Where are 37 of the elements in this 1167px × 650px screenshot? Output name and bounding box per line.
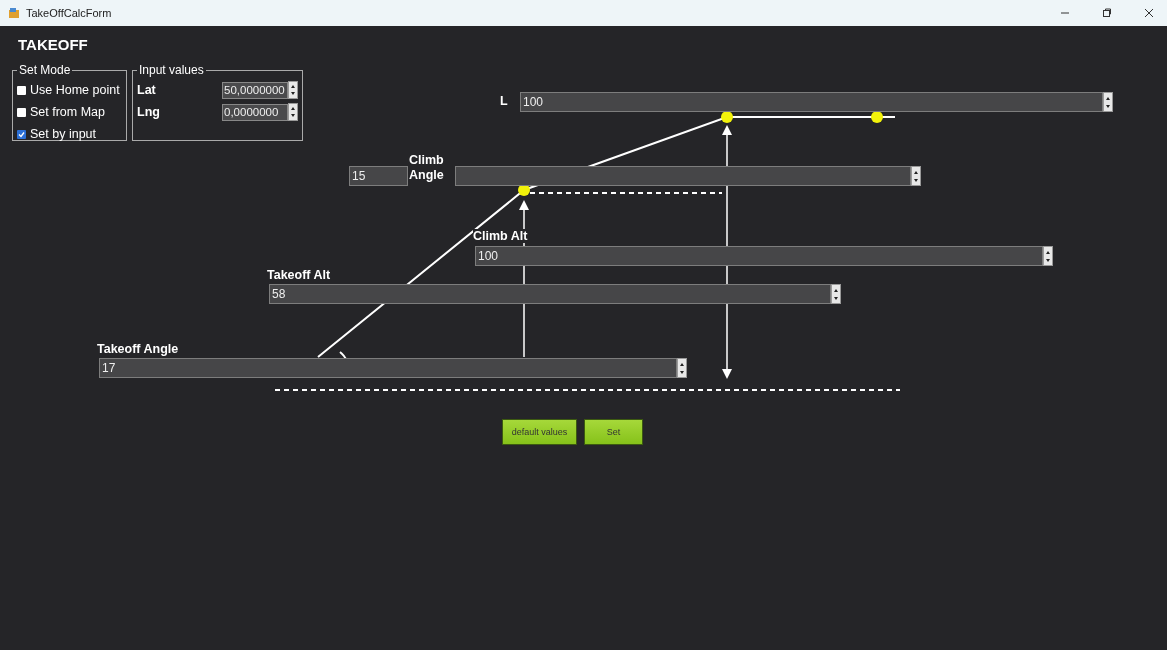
input-field[interactable]: 58 [269, 284, 831, 304]
group-title: Set Mode [18, 63, 72, 77]
restore-icon [1102, 8, 1112, 18]
field-label: Lat [137, 83, 157, 97]
group-title: Input values [138, 63, 205, 77]
checkbox-label[interactable]: Use Home point [30, 83, 120, 97]
spin-button[interactable] [288, 81, 298, 99]
input-field[interactable]: 0,0000000 [222, 103, 288, 121]
checkbox-label[interactable]: Set from Map [30, 105, 106, 119]
checkbox[interactable] [17, 107, 26, 117]
input-field[interactable]: 100 [475, 246, 1043, 266]
form-heading: TAKEOFF [17, 35, 89, 55]
field-label: Lng [137, 105, 161, 119]
checkbox-label[interactable]: Set by input [30, 127, 96, 141]
field-label: Climb Alt [473, 229, 531, 243]
spin-button[interactable] [911, 166, 921, 186]
spin-button[interactable] [1043, 246, 1053, 266]
action-button[interactable]: default values [502, 419, 577, 445]
spin-button[interactable] [1103, 92, 1113, 112]
spin-button[interactable] [677, 358, 687, 378]
field-label: Takeoff Alt [267, 268, 334, 282]
app-icon [8, 7, 20, 19]
close-icon [1144, 8, 1154, 18]
action-button[interactable]: Set [584, 419, 643, 445]
checkbox[interactable] [17, 129, 26, 139]
input-field[interactable]: 50,0000000 [222, 81, 288, 99]
waypoint-dot [721, 111, 733, 123]
input-field[interactable]: 17 [99, 358, 677, 378]
spin-button[interactable] [831, 284, 841, 304]
input-field[interactable]: 100 [520, 92, 1103, 112]
checkbox[interactable] [17, 85, 26, 95]
input-field[interactable]: 15 [349, 166, 408, 186]
field-label: L [500, 94, 511, 108]
input-field[interactable] [455, 166, 911, 186]
window-title: TakeOffCalcForm [26, 7, 112, 19]
spin-button[interactable] [288, 103, 298, 121]
waypoint-dot [871, 111, 883, 123]
